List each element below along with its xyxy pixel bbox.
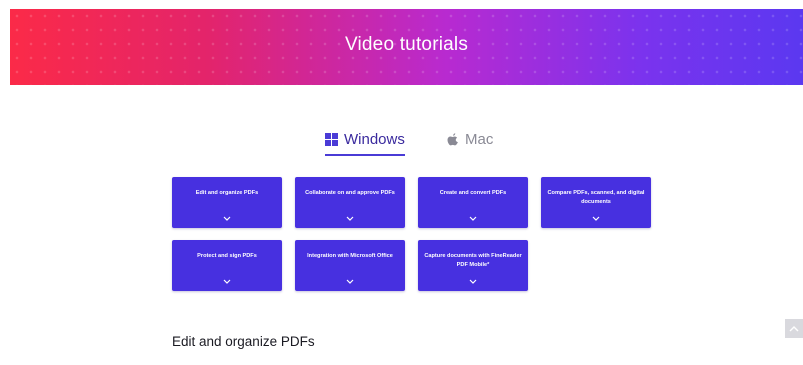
card-label: Create and convert PDFs bbox=[439, 190, 507, 196]
card-capture-finereader-mobile[interactable]: Capture documents with FineReader PDF Mo… bbox=[418, 240, 528, 291]
chevron-down-icon bbox=[172, 279, 282, 285]
card-create-convert-pdfs[interactable]: Create and convert PDFs bbox=[418, 177, 528, 228]
os-tabs: Windows Mac bbox=[0, 126, 803, 156]
chevron-down-icon bbox=[418, 279, 528, 285]
card-label: Compare PDFs, scanned, and digital docum… bbox=[547, 190, 645, 205]
chevron-down-icon bbox=[295, 279, 405, 285]
tab-windows[interactable]: Windows bbox=[325, 126, 405, 156]
chevron-down-icon bbox=[295, 216, 405, 222]
tab-mac-label: Mac bbox=[465, 130, 494, 148]
card-label: Integration with Microsoft Office bbox=[307, 253, 393, 259]
chevron-down-icon bbox=[418, 216, 528, 222]
chevron-up-icon bbox=[789, 325, 799, 331]
chevron-down-icon bbox=[172, 216, 282, 222]
hero-banner: Video tutorials bbox=[10, 9, 803, 85]
hero-title: Video tutorials bbox=[344, 34, 469, 55]
card-collaborate-approve-pdfs[interactable]: Collaborate on and approve PDFs bbox=[295, 177, 405, 228]
card-protect-sign-pdfs[interactable]: Protect and sign PDFs bbox=[172, 240, 282, 291]
section-title: Edit and organize PDFs bbox=[172, 334, 315, 349]
scroll-to-top-button[interactable] bbox=[785, 319, 803, 338]
chevron-down-icon bbox=[541, 216, 651, 222]
card-label: Edit and organize PDFs bbox=[195, 190, 259, 196]
tab-mac[interactable]: Mac bbox=[447, 126, 493, 152]
windows-logo-icon bbox=[325, 132, 338, 146]
card-label: Capture documents with FineReader PDF Mo… bbox=[424, 253, 522, 268]
card-integration-microsoft-office[interactable]: Integration with Microsoft Office bbox=[295, 240, 405, 291]
page: Video tutorials Windows Mac Edit and org… bbox=[0, 0, 803, 365]
card-edit-organize-pdfs[interactable]: Edit and organize PDFs bbox=[172, 177, 282, 228]
tab-windows-label: Windows bbox=[344, 130, 405, 148]
card-label: Collaborate on and approve PDFs bbox=[305, 190, 395, 196]
card-compare-pdfs[interactable]: Compare PDFs, scanned, and digital docum… bbox=[541, 177, 651, 228]
card-label: Protect and sign PDFs bbox=[197, 253, 257, 259]
apple-logo-icon bbox=[447, 133, 458, 146]
